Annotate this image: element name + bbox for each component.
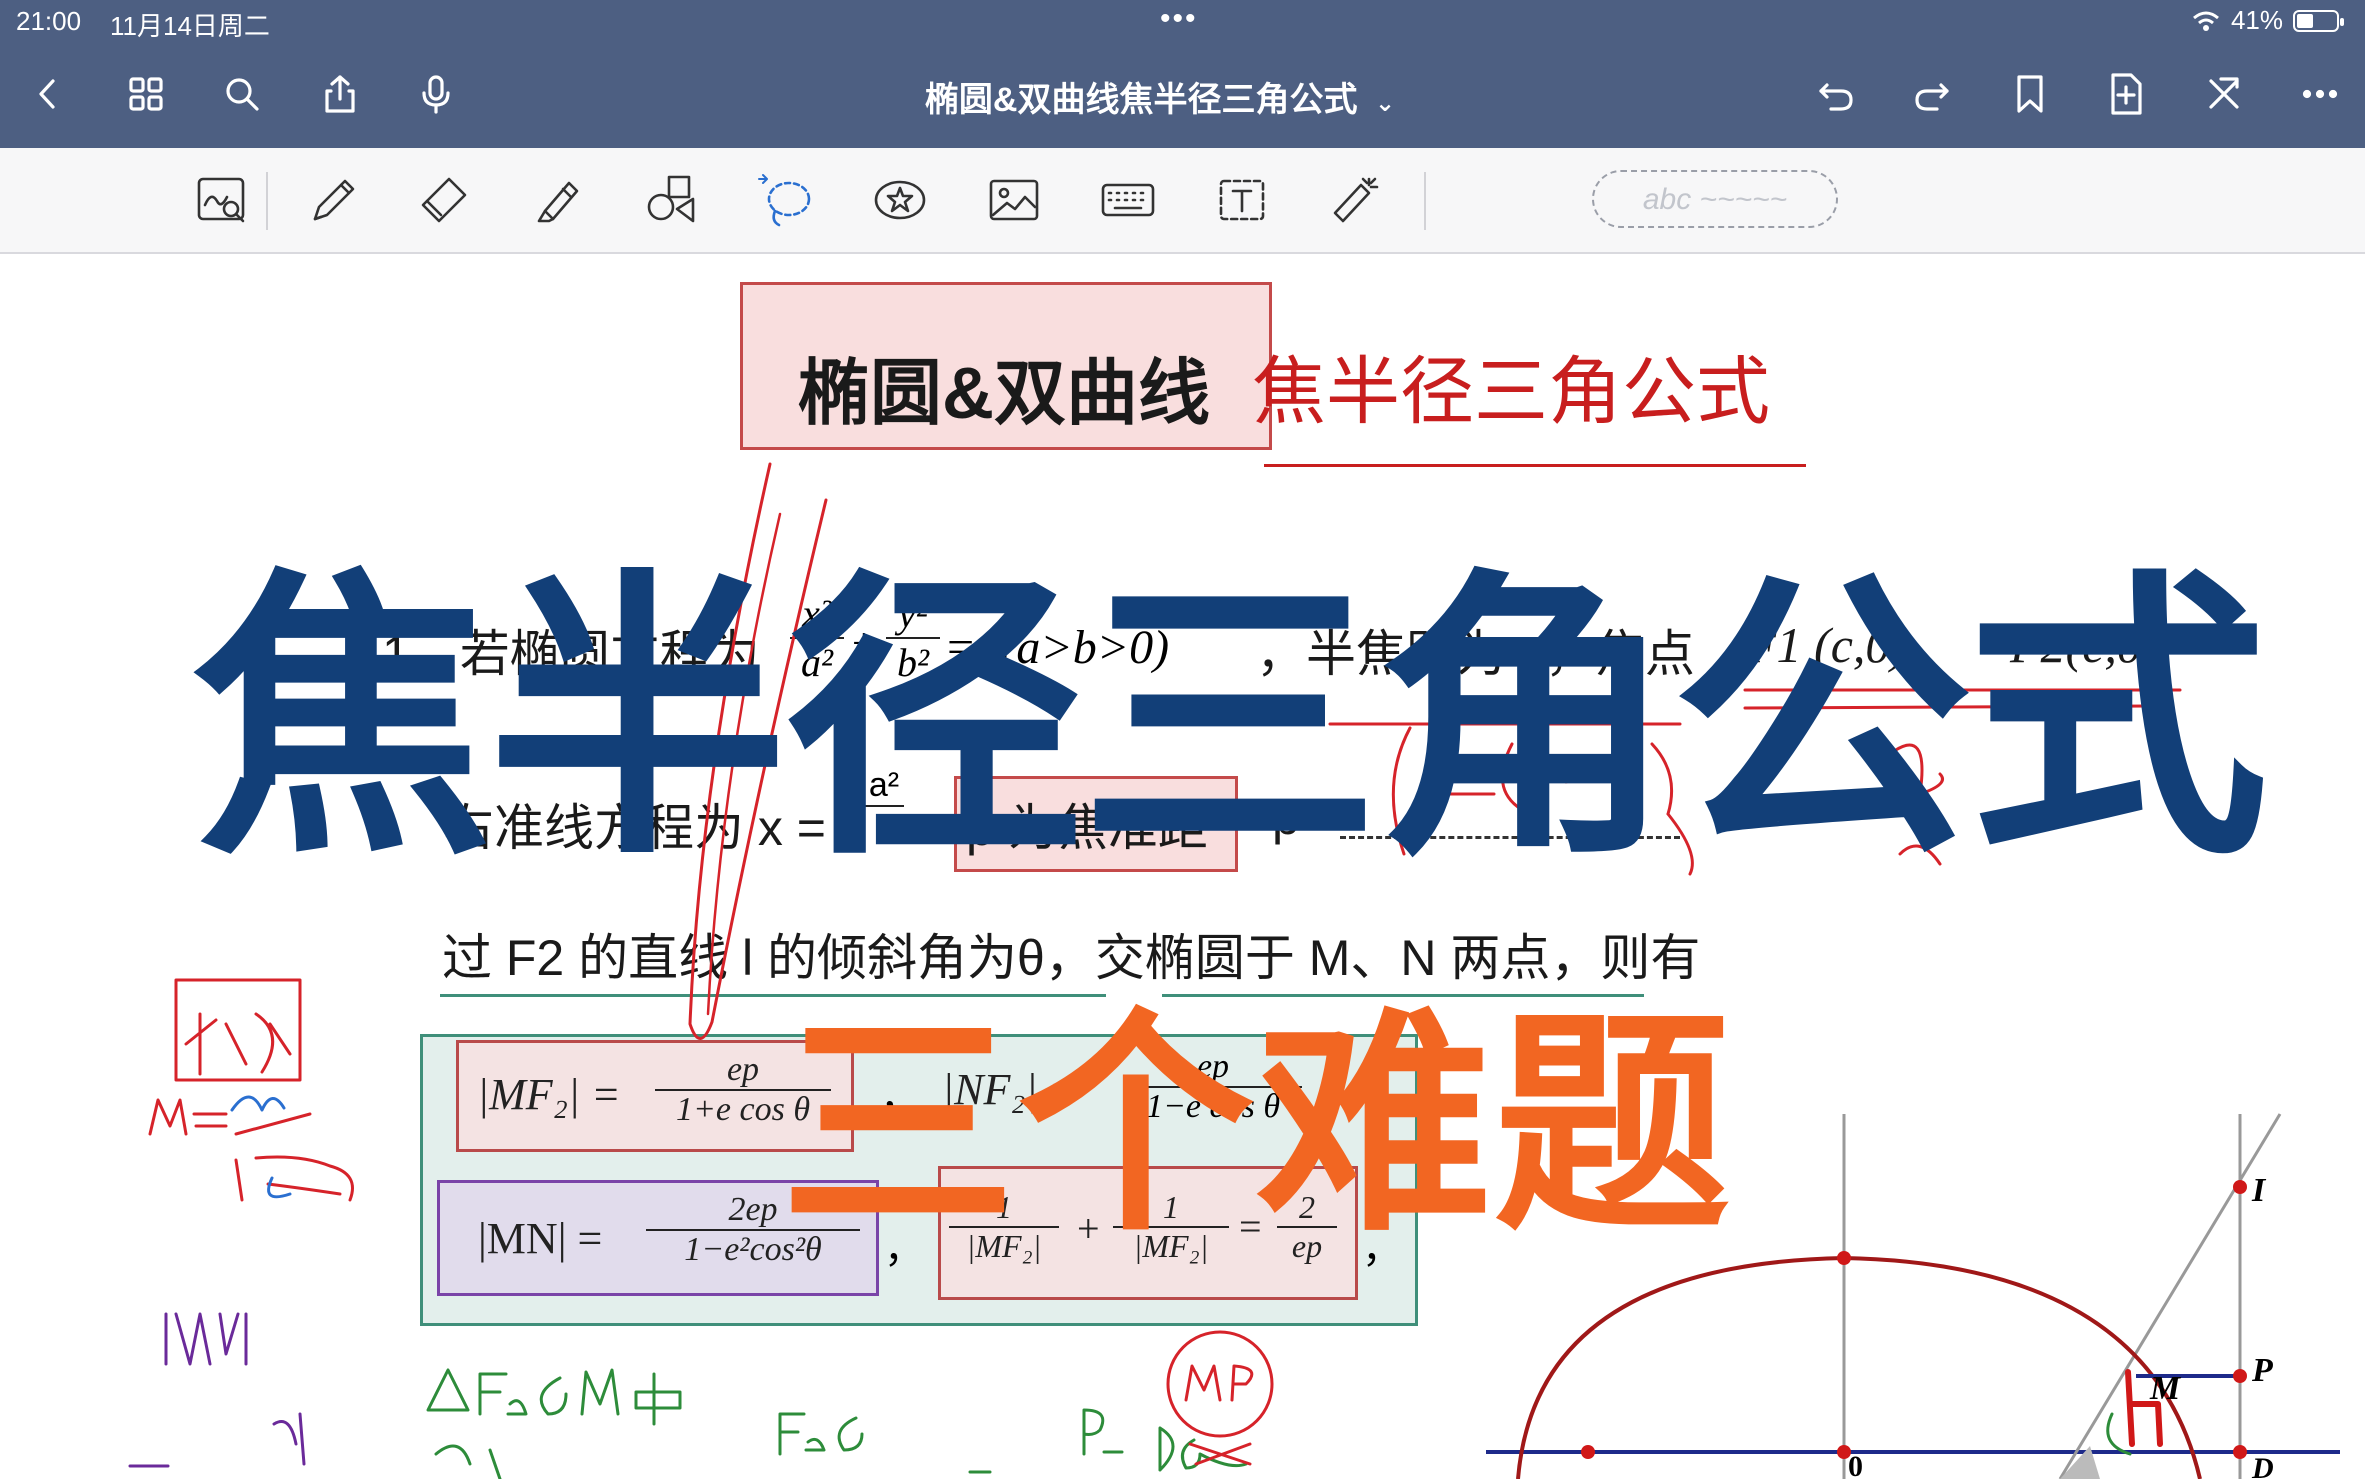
back-button[interactable] (20, 66, 76, 122)
battery-icon (2293, 9, 2344, 32)
pen-tool[interactable] (300, 170, 364, 230)
lasso-icon (758, 174, 811, 227)
add-page-icon (2111, 73, 2142, 115)
overlay-orange-subtitle: 三个难题 (780, 994, 1733, 1258)
share-button[interactable] (312, 66, 368, 122)
document-title[interactable]: 椭圆&双曲线焦半径三角公式 ⌄ (880, 72, 1440, 121)
wifi-icon (2192, 11, 2219, 31)
eraser-icon (421, 177, 467, 223)
more-button[interactable] (2292, 66, 2348, 122)
zoom-region-icon (197, 177, 245, 223)
shapes-icon (647, 175, 695, 223)
share-icon (325, 75, 355, 113)
bookmark-icon (2017, 75, 2043, 113)
image-icon (989, 179, 1039, 221)
keyboard-tool[interactable] (1096, 170, 1160, 230)
redo-button[interactable] (1904, 66, 1960, 122)
laser-pointer-icon (1333, 177, 1379, 223)
laser-pointer-tool[interactable] (1324, 170, 1388, 230)
thumbnails-icon (129, 77, 163, 111)
battery-percent: 41% (2230, 5, 2283, 35)
bookmark-button[interactable] (2002, 66, 2058, 122)
close-icon (2209, 77, 2239, 109)
title-chevron-icon: ⌄ (1374, 90, 1396, 117)
search-icon (226, 78, 259, 111)
overlay-blue-title: 焦半径三角公式 (192, 552, 2268, 888)
pen-icon (313, 179, 355, 221)
lasso-tool[interactable] (754, 170, 818, 230)
status-time: 21:00 (16, 6, 82, 36)
thumbnails-button[interactable] (118, 66, 174, 122)
highlighter-icon (537, 181, 579, 223)
back-icon (39, 79, 55, 109)
keyboard-icon (1101, 183, 1155, 217)
zoom-region-tool[interactable] (190, 170, 254, 230)
document-page[interactable]: 椭圆&双曲线 焦半径三角公式 1、若椭圆方程为 x² a² + y² b² =1… (0, 254, 2365, 1479)
status-bar: 21:00 11月14日周二 ••• 41% (0, 0, 2365, 41)
handwriting-input-pill[interactable]: abc ~~~~~ (1592, 170, 1838, 228)
redo-icon (1915, 83, 1949, 111)
undo-icon (1819, 83, 1853, 111)
text-box-tool[interactable] (1210, 170, 1274, 230)
multitasking-dots-icon[interactable]: ••• (1160, 2, 1198, 36)
shapes-tool[interactable] (640, 170, 704, 230)
text-box-icon (1219, 179, 1265, 221)
top-bar: 21:00 11月14日周二 ••• 41% 椭圆&双曲线焦半径三角公式 ⌄ (0, 0, 2365, 148)
image-tool[interactable] (982, 170, 1046, 230)
more-icon (2302, 89, 2338, 99)
status-date: 11月14日周二 (110, 11, 270, 41)
undo-button[interactable] (1808, 66, 1864, 122)
microphone-button[interactable] (408, 66, 464, 122)
microphone-icon (422, 75, 450, 114)
sticker-tool[interactable] (868, 170, 932, 230)
drawing-toolbar (0, 148, 2365, 254)
sticker-icon (874, 180, 926, 220)
document-title-text: 椭圆&双曲线焦半径三角公式 (924, 81, 1358, 119)
add-page-button[interactable] (2098, 66, 2154, 122)
search-button[interactable] (214, 66, 270, 122)
eraser-tool[interactable] (412, 170, 476, 230)
highlighter-tool[interactable] (526, 170, 590, 230)
collapse-button[interactable] (2196, 66, 2252, 122)
status-right: 41% (2191, 5, 2344, 36)
